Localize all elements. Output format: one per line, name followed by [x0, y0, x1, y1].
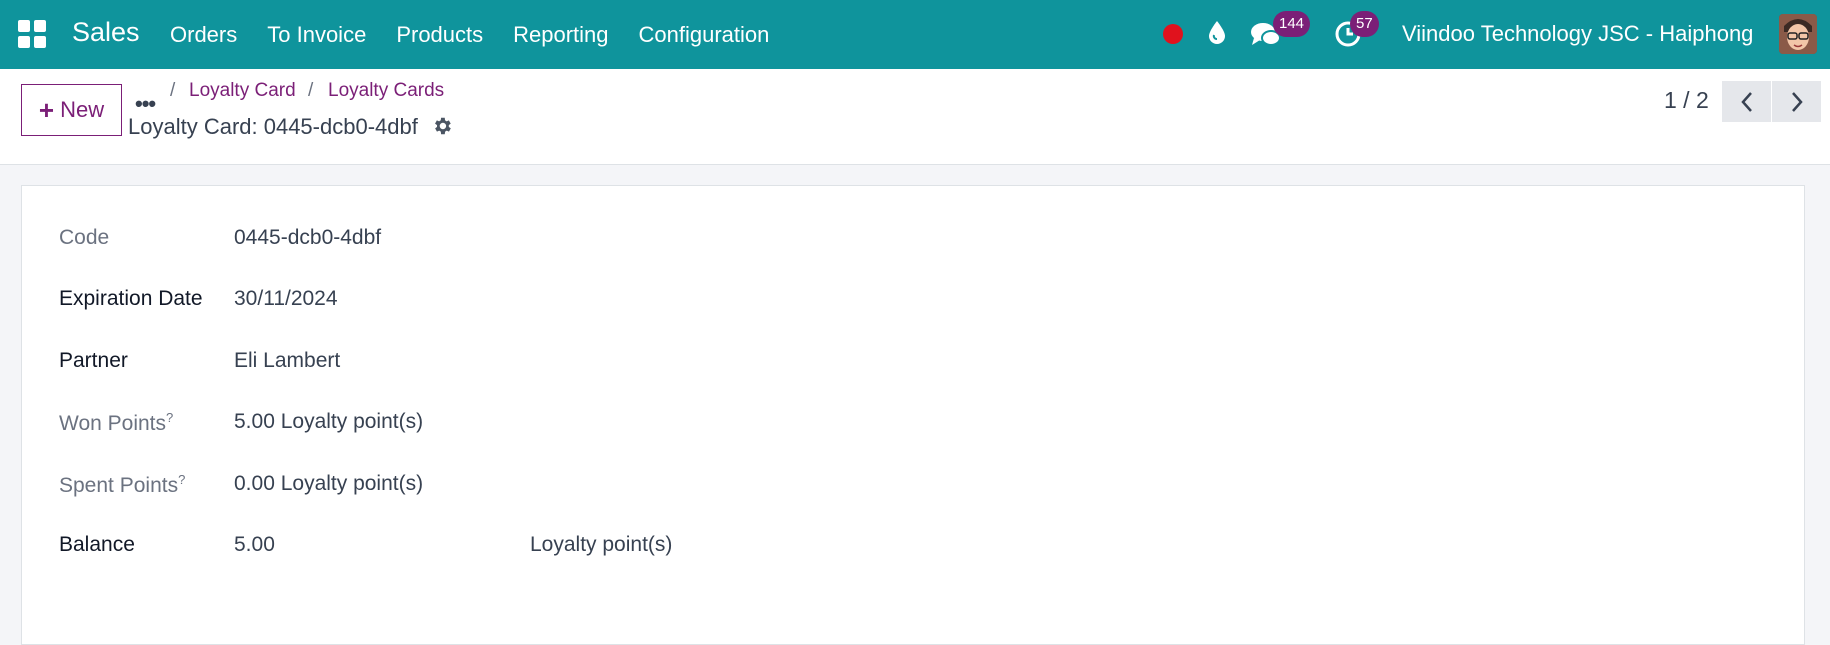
record-title: Loyalty Card: 0445-dcb0-4dbf [128, 114, 418, 139]
record-dot-icon[interactable] [1163, 24, 1183, 44]
balance-label: Balance [59, 533, 135, 556]
breadcrumb-separator: / [170, 80, 176, 101]
code-value: 0445-dcb0-4dbf [234, 226, 382, 249]
menu-item-to-invoice[interactable]: To Invoice [267, 22, 366, 48]
form-sheet: Code 0445-dcb0-4dbf Expiration Date 30/1… [21, 185, 1805, 645]
partner-field[interactable]: Eli Lambert [234, 349, 340, 373]
spent-points-help-icon[interactable]: ? [178, 472, 185, 487]
breadcrumb-loyalty-card[interactable]: Loyalty Card [189, 80, 296, 102]
gear-icon[interactable] [431, 115, 453, 142]
won-points-label-text: Won Points [59, 412, 166, 435]
user-avatar[interactable] [1779, 14, 1817, 54]
company-switcher[interactable]: Viindoo Technology JSC - Haiphong [1402, 21, 1753, 47]
apps-grid-icon[interactable] [18, 20, 46, 48]
plus-icon: + [38, 95, 55, 125]
menu-item-products[interactable]: Products [396, 22, 483, 48]
pager-next-button[interactable] [1772, 81, 1821, 122]
spent-points-label-text: Spent Points [59, 474, 179, 497]
partner-label: Partner [59, 349, 128, 372]
won-points-value: 5.00 Loyalty point(s) [234, 410, 424, 433]
expiration-date-label: Expiration Date [59, 287, 203, 310]
expiration-date-field[interactable]: 30/11/2024 [234, 287, 338, 311]
app-name[interactable]: Sales [72, 17, 140, 48]
breadcrumb-loyalty-cards[interactable]: Loyalty Cards [328, 80, 444, 102]
chevron-left-icon [1740, 91, 1752, 112]
activities-count-badge: 57 [1350, 11, 1379, 37]
pager-previous-button[interactable] [1722, 81, 1771, 122]
pager-value[interactable]: 1 / 2 [1664, 87, 1709, 114]
won-points-help-icon[interactable]: ? [166, 410, 173, 425]
top-navbar: Sales Orders To Invoice Products Reporti… [0, 0, 1830, 69]
new-button[interactable]: + New [21, 84, 122, 136]
balance-field[interactable]: 5.00 [234, 533, 275, 557]
menu-item-orders[interactable]: Orders [170, 22, 237, 48]
spent-points-value: 0.00 Loyalty point(s) [234, 472, 424, 495]
new-button-label: New [60, 97, 105, 122]
main-menu: Orders To Invoice Products Reporting Con… [170, 0, 799, 69]
balance-unit: Loyalty point(s) [530, 533, 673, 556]
chevron-right-icon [1791, 91, 1803, 112]
messages-count-badge: 144 [1273, 11, 1311, 37]
menu-item-reporting[interactable]: Reporting [513, 22, 608, 48]
drop-icon[interactable] [1207, 20, 1227, 51]
code-label: Code [59, 226, 110, 249]
won-points-label: Won Points? [59, 410, 173, 436]
menu-item-configuration[interactable]: Configuration [639, 22, 770, 48]
spent-points-label: Spent Points? [59, 472, 185, 498]
breadcrumb-separator: / [308, 80, 314, 101]
control-panel: + New ••• / Loyalty Card / Loyalty Cards… [0, 69, 1830, 165]
